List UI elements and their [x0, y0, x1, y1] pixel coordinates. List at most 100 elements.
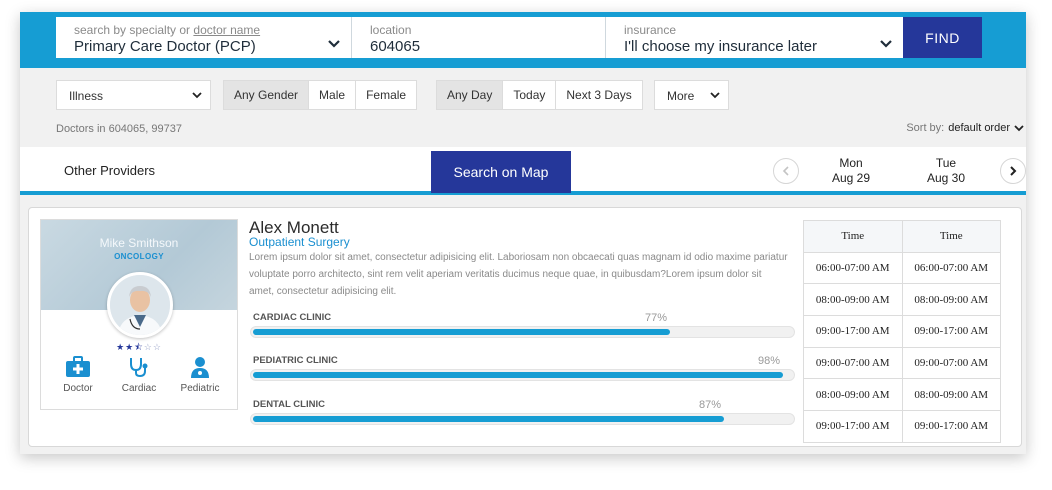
- time-slot[interactable]: 09:00-17:00 AM: [804, 316, 903, 348]
- icon-label-doctor: Doctor: [63, 383, 93, 394]
- gender-female[interactable]: Female: [355, 81, 416, 109]
- day-next-3[interactable]: Next 3 Days: [555, 81, 641, 109]
- prev-day-button[interactable]: [773, 158, 799, 184]
- table-row: 09:00-17:00 AM 09:00-17:00 AM: [804, 316, 1001, 348]
- pediatric-icon: [191, 357, 209, 378]
- day-today[interactable]: Today: [502, 81, 555, 109]
- day-date: Aug 30: [926, 171, 966, 185]
- skill-track: [250, 413, 795, 425]
- doctor-card: Mike Smithson ONCOLOGY ★★⯪☆☆ Doctor Card…: [28, 207, 1022, 447]
- empty-star-icon: ☆☆: [143, 342, 162, 352]
- skill-bar: PEDIATRIC CLINIC 98%: [250, 355, 795, 395]
- sort-label: Sort by:: [906, 122, 945, 134]
- app-frame: search by specialty or doctor name Prima…: [20, 12, 1026, 454]
- doctor-subtitle: Outpatient Surgery: [249, 235, 350, 249]
- skill-percent: 98%: [758, 355, 781, 367]
- specialty-value: Primary Care Doctor (PCP): [74, 38, 256, 55]
- banner-specialty: ONCOLOGY: [114, 252, 164, 261]
- banner-doctor-name: Mike Smithson: [99, 236, 179, 250]
- time-slot[interactable]: 09:00-07:00 AM: [902, 347, 1001, 380]
- skill-fill: [253, 329, 670, 335]
- skill-label: DENTAL CLINIC: [253, 399, 325, 410]
- time-slot[interactable]: 08:00-09:00 AM: [804, 379, 903, 412]
- sort-by-control[interactable]: Sort by: default order: [906, 122, 1024, 134]
- insurance-select[interactable]: insurance I'll choose my insurance later: [606, 17, 903, 58]
- search-on-map-button[interactable]: Search on Map: [431, 151, 571, 193]
- icon-label-cardiac: Cardiac: [121, 383, 157, 394]
- skill-fill: [253, 416, 724, 422]
- time-slot[interactable]: 08:00-09:00 AM: [902, 284, 1001, 317]
- day-filter: Any Day Today Next 3 Days: [436, 80, 643, 110]
- time-slot[interactable]: 08:00-09:00 AM: [804, 284, 903, 317]
- specialty-cardiac[interactable]: Cardiac: [114, 356, 164, 394]
- chevron-down-icon: [1014, 124, 1024, 131]
- skill-label: CARDIAC CLINIC: [253, 312, 332, 323]
- chevron-right-icon: [1010, 166, 1017, 176]
- skill-fill: [253, 372, 783, 378]
- illness-dropdown[interactable]: Illness: [56, 80, 211, 110]
- search-bar: search by specialty or doctor name Prima…: [20, 12, 1026, 68]
- rating-stars: ★★⯪☆☆: [41, 340, 237, 356]
- day-of-week: Tue: [935, 156, 957, 170]
- providers-strip: Other Providers Search on Map Mon Aug 29…: [20, 147, 1026, 195]
- location-label: location: [370, 23, 412, 37]
- gender-filter: Any Gender Male Female: [223, 80, 418, 110]
- specialty-label: search by specialty or doctor name: [74, 23, 261, 37]
- half-star-icon: ⯪: [134, 342, 144, 352]
- time-header: Time: [902, 221, 1001, 253]
- icon-label-pediatric: Pediatric: [180, 383, 220, 394]
- gender-any[interactable]: Any Gender: [224, 81, 309, 109]
- time-slot[interactable]: 08:00-09:00 AM: [902, 379, 1001, 412]
- chevron-down-icon: [328, 40, 340, 48]
- sort-value: default order: [948, 122, 1010, 134]
- specialty-doctor[interactable]: Doctor: [53, 356, 103, 394]
- doctors-count: Doctors in 604065, 99737: [56, 123, 182, 135]
- specialty-pediatric[interactable]: Pediatric: [175, 356, 225, 394]
- time-header: Time: [804, 221, 903, 253]
- table-row: 09:00-17:00 AM 09:00-17:00 AM: [804, 411, 1001, 443]
- time-slot[interactable]: 06:00-07:00 AM: [804, 252, 903, 285]
- day-date: Aug 29: [831, 171, 871, 185]
- more-label: More: [667, 89, 695, 103]
- chevron-left-icon: [782, 166, 789, 176]
- skill-track: [250, 326, 795, 338]
- time-slot[interactable]: 09:00-17:00 AM: [804, 411, 903, 443]
- time-slot[interactable]: 09:00-17:00 AM: [902, 316, 1001, 348]
- skill-percent: 77%: [645, 312, 668, 324]
- skill-label: PEDIATRIC CLINIC: [253, 355, 338, 366]
- find-button[interactable]: FIND: [903, 17, 982, 58]
- time-slots-table: Time Time 06:00-07:00 AM 06:00-07:00 AM …: [803, 220, 1001, 443]
- table-header-row: Time Time: [804, 221, 1001, 253]
- time-slot[interactable]: 09:00-07:00 AM: [804, 347, 903, 380]
- time-slot[interactable]: 06:00-07:00 AM: [902, 252, 1001, 285]
- day-column-header: Mon Aug 29: [821, 156, 881, 186]
- profile-panel: Mike Smithson ONCOLOGY ★★⯪☆☆ Doctor Card…: [40, 219, 238, 410]
- table-row: 06:00-07:00 AM 06:00-07:00 AM: [804, 252, 1001, 285]
- illness-label: Illness: [69, 89, 104, 103]
- avatar: [107, 272, 173, 338]
- chevron-down-icon: [192, 92, 202, 99]
- skill-track: [250, 369, 795, 381]
- skill-bar: DENTAL CLINIC 87%: [250, 399, 795, 439]
- table-row: 09:00-07:00 AM 09:00-07:00 AM: [804, 347, 1001, 380]
- gender-male[interactable]: Male: [308, 81, 355, 109]
- chevron-down-icon: [710, 92, 720, 99]
- stethoscope-icon: [130, 358, 148, 378]
- skill-bar: CARDIAC CLINIC 77%: [250, 312, 795, 352]
- location-input[interactable]: location 604065: [352, 17, 606, 58]
- other-providers-tab[interactable]: Other Providers: [64, 163, 155, 178]
- day-of-week: Mon: [839, 156, 863, 170]
- doctor-name-link[interactable]: doctor name: [193, 23, 260, 37]
- day-any[interactable]: Any Day: [437, 81, 503, 109]
- time-slot[interactable]: 09:00-17:00 AM: [902, 411, 1001, 443]
- doctor-portrait-icon: [110, 275, 170, 335]
- next-day-button[interactable]: [1000, 158, 1026, 184]
- insurance-value: I'll choose my insurance later: [624, 38, 817, 55]
- more-dropdown[interactable]: More: [654, 80, 729, 110]
- insurance-label: insurance: [624, 23, 677, 37]
- table-row: 08:00-09:00 AM 08:00-09:00 AM: [804, 379, 1001, 412]
- table-row: 08:00-09:00 AM 08:00-09:00 AM: [804, 284, 1001, 317]
- chevron-down-icon: [880, 40, 892, 48]
- location-value: 604065: [370, 38, 421, 55]
- specialty-select[interactable]: search by specialty or doctor name Prima…: [56, 17, 352, 58]
